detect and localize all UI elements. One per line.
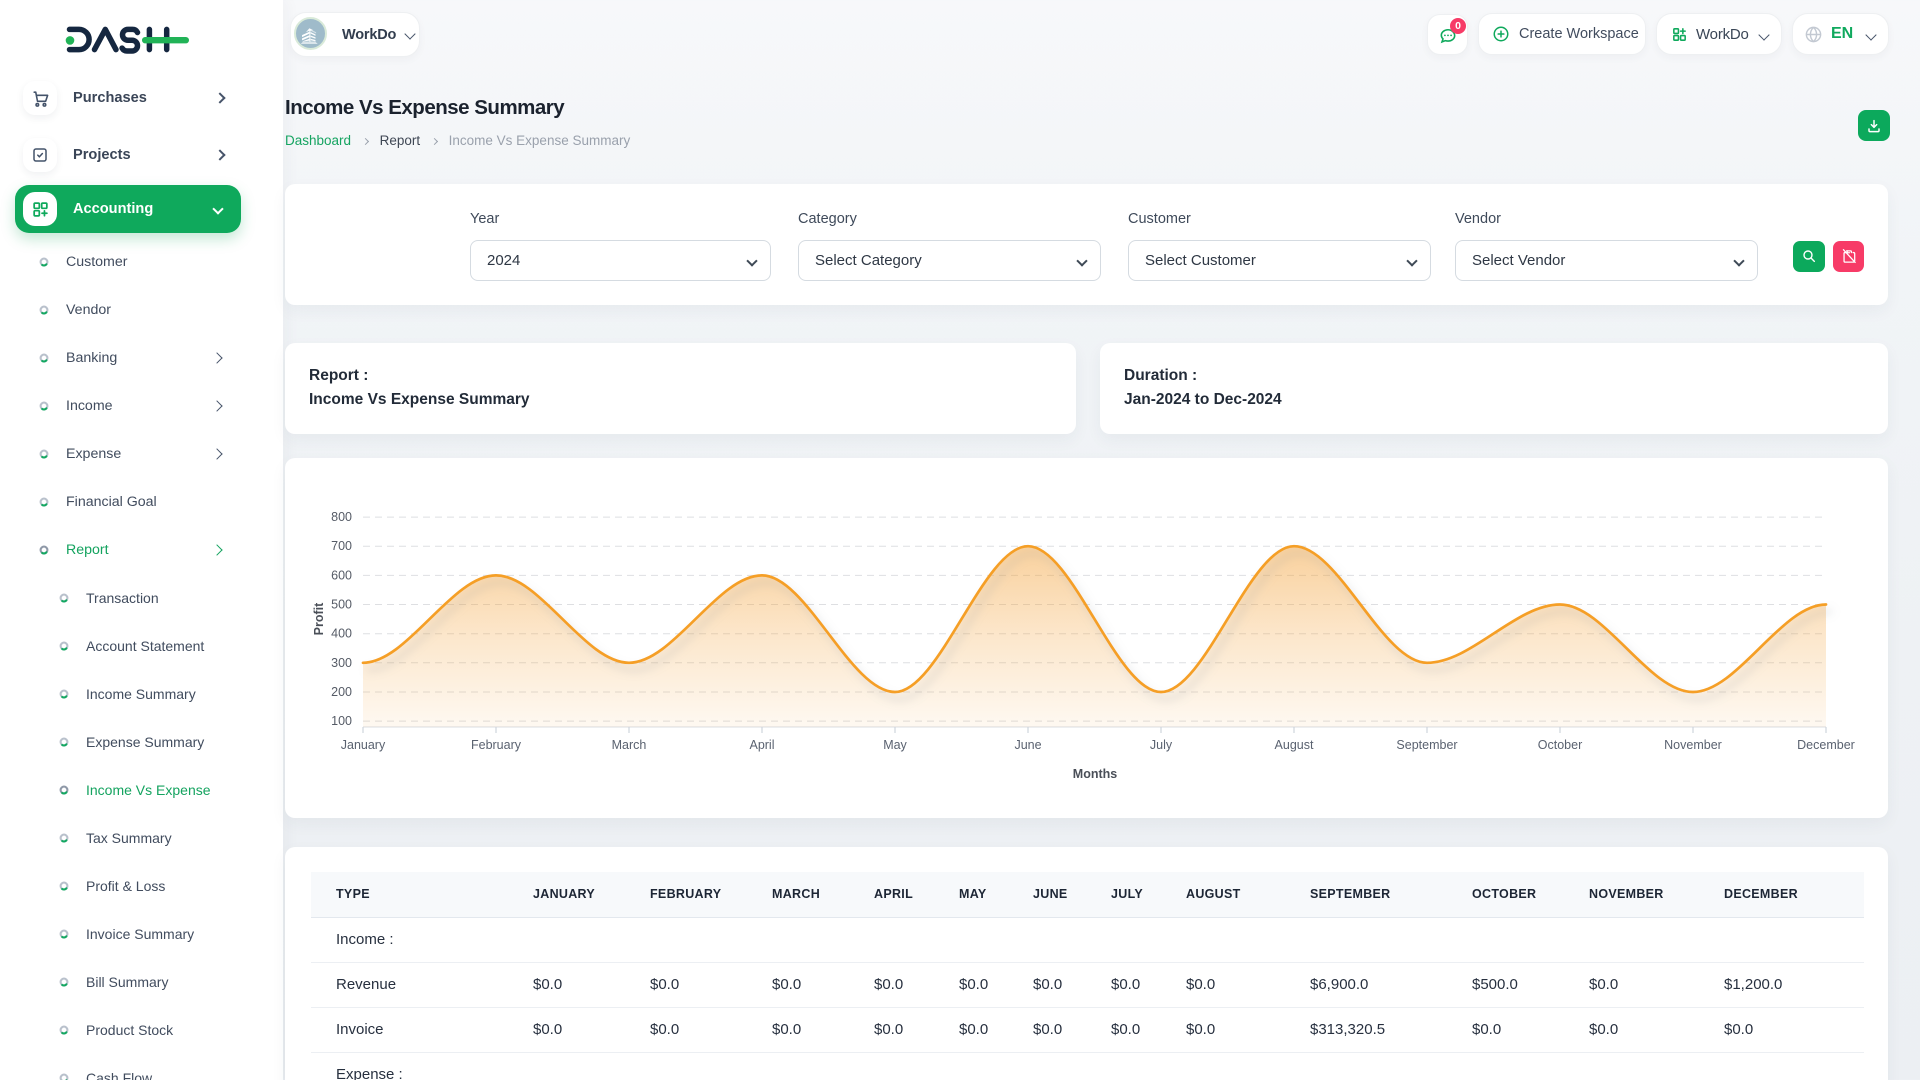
svg-text:February: February bbox=[471, 738, 522, 752]
svg-text:Months: Months bbox=[1073, 767, 1117, 781]
svg-text:700: 700 bbox=[331, 539, 352, 553]
svg-text:300: 300 bbox=[331, 656, 352, 670]
svg-text:March: March bbox=[612, 738, 647, 752]
svg-text:800: 800 bbox=[331, 510, 352, 524]
svg-text:December: December bbox=[1797, 738, 1855, 752]
svg-text:November: November bbox=[1664, 738, 1722, 752]
svg-text:Profit: Profit bbox=[312, 602, 326, 635]
svg-text:500: 500 bbox=[331, 598, 352, 612]
svg-text:August: August bbox=[1275, 738, 1314, 752]
svg-text:100: 100 bbox=[331, 714, 352, 728]
svg-text:200: 200 bbox=[331, 685, 352, 699]
svg-text:April: April bbox=[749, 738, 774, 752]
svg-text:May: May bbox=[883, 738, 907, 752]
svg-text:400: 400 bbox=[331, 627, 352, 641]
svg-text:October: October bbox=[1538, 738, 1582, 752]
svg-text:June: June bbox=[1014, 738, 1041, 752]
svg-text:July: July bbox=[1150, 738, 1173, 752]
svg-text:January: January bbox=[341, 738, 386, 752]
svg-text:September: September bbox=[1396, 738, 1457, 752]
svg-text:600: 600 bbox=[331, 568, 352, 582]
